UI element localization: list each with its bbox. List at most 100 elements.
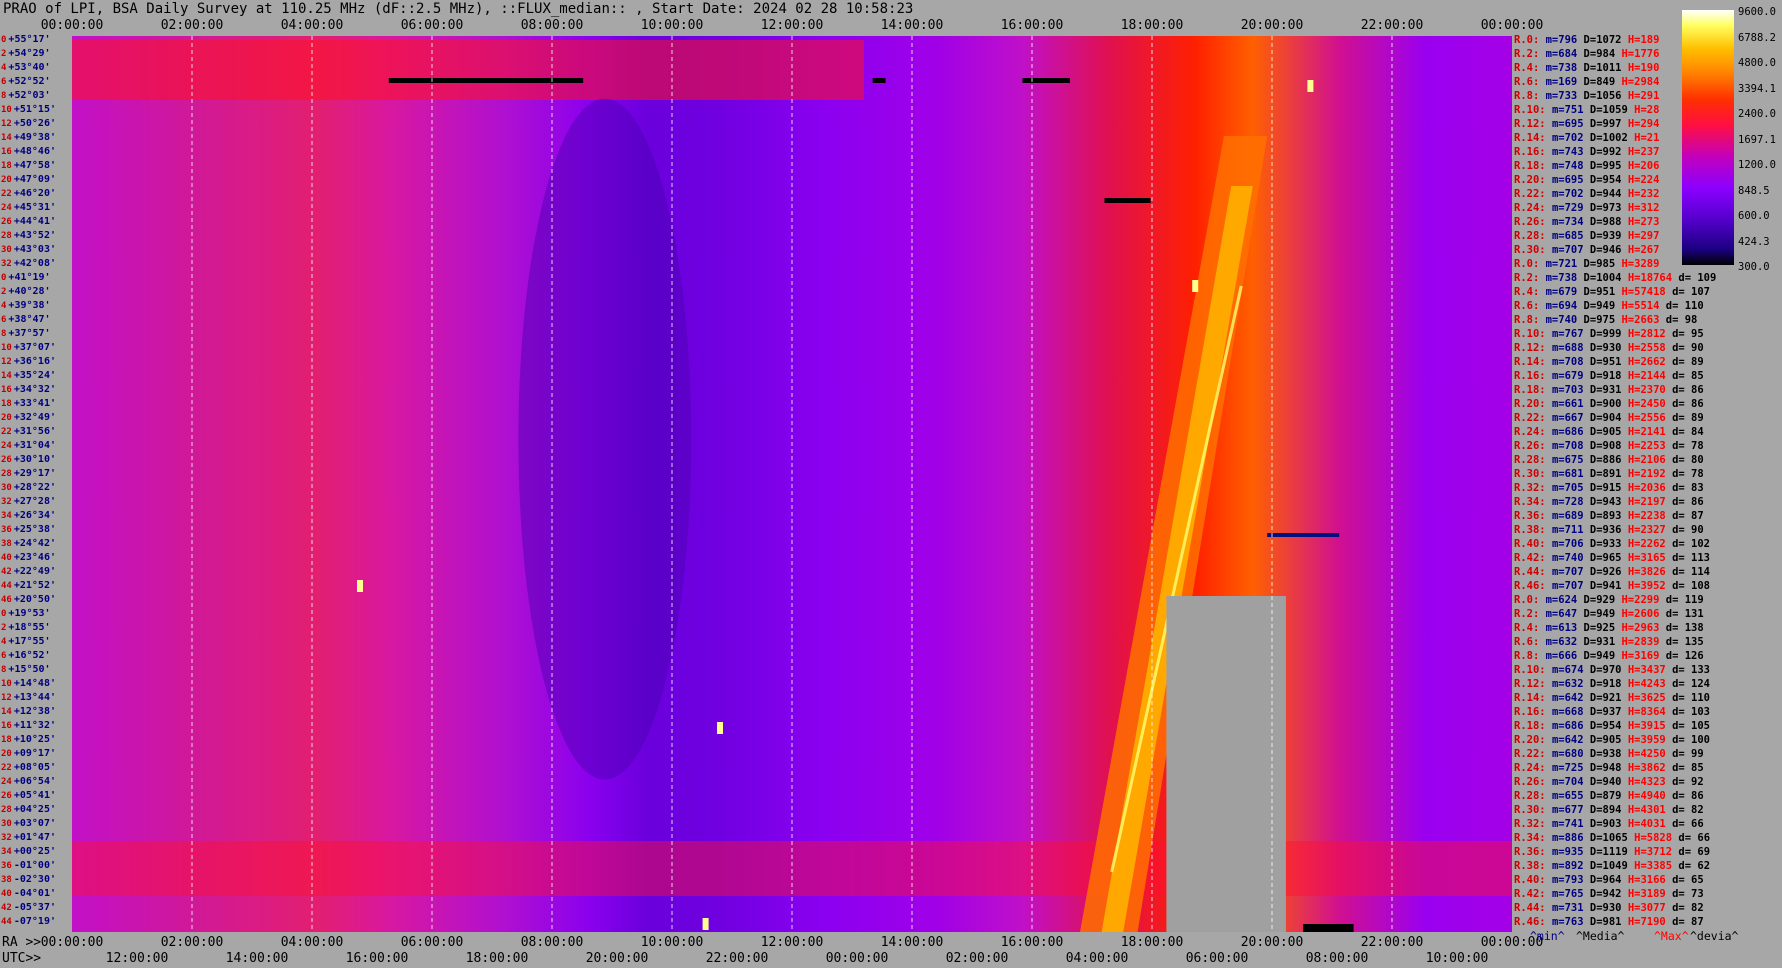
dec-row-label: 20 +47°09' xyxy=(1,174,56,185)
dec-row-label: 16 +34°32' xyxy=(1,384,56,395)
stat-row: R.38: m=892 D=1049 H=3385 d= 62 xyxy=(1514,860,1711,872)
legend-median: ^Media^ xyxy=(1576,929,1625,943)
dec-row-label: 42 +22°49' xyxy=(1,566,56,577)
gap-5 xyxy=(1267,533,1340,537)
stat-row: R.46: m=763 D=981 H=7190 d= 87 xyxy=(1514,916,1704,928)
stat-row: R.30: m=707 D=946 H=267 xyxy=(1514,244,1660,256)
stat-row: R.46: m=707 D=941 H=3952 d= 108 xyxy=(1514,580,1711,592)
stat-row: R.34: m=728 D=943 H=2197 d= 86 xyxy=(1514,496,1704,508)
dec-row-label: 28 +43°52' xyxy=(1,230,56,241)
stat-row: R.20: m=642 D=905 H=3959 d= 100 xyxy=(1514,734,1711,746)
ra-tick: 14:00:00 xyxy=(880,935,944,950)
bright-source-2 xyxy=(357,580,363,592)
stat-row: R.2: m=647 D=949 H=2606 d= 131 xyxy=(1514,608,1704,620)
utc-tick: 00:00:00 xyxy=(825,951,889,966)
stat-row: R.10: m=674 D=970 H=3437 d= 133 xyxy=(1514,664,1711,676)
stat-row: R.0: m=624 D=929 H=2299 d= 119 xyxy=(1514,594,1704,606)
legend-max: ^Max^ xyxy=(1654,929,1689,943)
ra-tick: 02:00:00 xyxy=(160,935,224,950)
stat-row: R.24: m=729 D=973 H=312 xyxy=(1514,202,1660,214)
stat-row: R.6: m=632 D=931 H=2839 d= 135 xyxy=(1514,636,1704,648)
stat-row: R.32: m=705 D=915 H=2036 d= 83 xyxy=(1514,482,1704,494)
gap-3 xyxy=(1022,78,1070,83)
stat-row: R.26: m=704 D=940 H=4323 d= 92 xyxy=(1514,776,1704,788)
stat-row: R.16: m=679 D=918 H=2144 d= 85 xyxy=(1514,370,1704,382)
stat-row: R.26: m=708 D=908 H=2253 d= 78 xyxy=(1514,440,1704,452)
dec-row-label: 24 +31°04' xyxy=(1,440,56,451)
gap-1 xyxy=(388,78,584,83)
stat-row: R.30: m=681 D=891 H=2192 d= 78 xyxy=(1514,468,1704,480)
dec-row-label: 8 +37°57' xyxy=(1,328,51,339)
stat-row: R.32: m=741 D=903 H=4031 d= 66 xyxy=(1514,818,1704,830)
dec-row-label: 6 +38°47' xyxy=(1,314,51,325)
stat-row: R.10: m=767 D=999 H=2812 d= 95 xyxy=(1514,328,1704,340)
ra-tick: 04:00:00 xyxy=(280,935,344,950)
dec-row-label: 40 +23°46' xyxy=(1,552,56,563)
ra-tick: 20:00:00 xyxy=(1240,935,1304,950)
dec-row-label: 46 +20°50' xyxy=(1,594,56,605)
stat-row: R.36: m=935 D=1119 H=3712 d= 69 xyxy=(1514,846,1711,858)
dec-row-label: 18 +33°41' xyxy=(1,398,56,409)
dec-row-label: 32 +42°08' xyxy=(1,258,56,269)
stat-row: R.28: m=675 D=886 H=2106 d= 80 xyxy=(1514,454,1704,466)
dec-row-label: 20 +09°17' xyxy=(1,748,56,759)
colorbar xyxy=(1682,10,1734,265)
dec-row-label: 34 +26°34' xyxy=(1,510,56,521)
dec-row-label: 18 +47°58' xyxy=(1,160,56,171)
stat-row: R.2: m=738 D=1004 H=18764 d= 109 xyxy=(1514,272,1717,284)
colorbar-tick: 300.0 xyxy=(1738,261,1770,273)
colorbar-tick: 2400.0 xyxy=(1738,108,1776,120)
dec-row-label: 0 +19°53' xyxy=(1,608,51,619)
dec-row-label: 8 +52°03' xyxy=(1,90,51,101)
stat-row: R.16: m=743 D=992 H=237 xyxy=(1514,146,1660,158)
stat-row: R.24: m=725 D=948 H=3862 d= 85 xyxy=(1514,762,1704,774)
stat-row: R.4: m=679 D=951 H=57418 d= 107 xyxy=(1514,286,1710,298)
gap-6 xyxy=(1303,924,1354,932)
stat-row: R.16: m=668 D=937 H=8364 d= 103 xyxy=(1514,706,1711,718)
legend-min: ^min^ xyxy=(1530,929,1565,943)
dec-row-label: 44 -07°19' xyxy=(1,916,56,927)
ra-tick: 08:00:00 xyxy=(520,935,584,950)
dec-row-label: 24 +45°31' xyxy=(1,202,56,213)
stat-row: R.4: m=738 D=1011 H=190 xyxy=(1514,62,1660,74)
dec-row-label: 38 -02°30' xyxy=(1,874,56,885)
dec-row-label: 36 -01°00' xyxy=(1,860,56,871)
dec-row-label: 40 -04°01' xyxy=(1,888,56,899)
dec-row-label: 44 +21°52' xyxy=(1,580,56,591)
dec-row-label: 36 +25°38' xyxy=(1,524,56,535)
dec-row-label: 14 +35°24' xyxy=(1,370,56,381)
dec-row-label: 38 +24°42' xyxy=(1,538,56,549)
stat-row: R.12: m=695 D=997 H=294 xyxy=(1514,118,1660,130)
utc-tick: 16:00:00 xyxy=(345,951,409,966)
stat-row: R.22: m=667 D=904 H=2556 d= 89 xyxy=(1514,412,1704,424)
utc-tick: 12:00:00 xyxy=(105,951,169,966)
ra-axis-label: RA >> xyxy=(2,935,42,950)
dec-row-label: 22 +46°20' xyxy=(1,188,56,199)
stat-row: R.42: m=740 D=965 H=3165 d= 113 xyxy=(1514,552,1711,564)
stat-row: R.8: m=740 D=975 H=2663 d= 98 xyxy=(1514,314,1698,326)
stat-row: R.20: m=695 D=954 H=224 xyxy=(1514,174,1660,186)
dec-row-label: 28 +04°25' xyxy=(1,804,56,815)
dec-row-label: 24 +06°54' xyxy=(1,776,56,787)
colorbar-tick: 4800.0 xyxy=(1738,57,1776,69)
dec-row-label: 30 +28°22' xyxy=(1,482,56,493)
ra-tick: 16:00:00 xyxy=(1000,935,1064,950)
colorbar-tick: 1200.0 xyxy=(1738,159,1776,171)
bright-source-4 xyxy=(702,918,709,930)
stat-row: R.22: m=702 D=944 H=232 xyxy=(1514,188,1660,200)
utc-tick: 14:00:00 xyxy=(225,951,289,966)
dec-row-label: 0 +55°17' xyxy=(1,34,51,45)
dec-row-label: 16 +11°32' xyxy=(1,720,56,731)
dec-row-label: 20 +32°49' xyxy=(1,412,56,423)
dec-row-label: 26 +30°10' xyxy=(1,454,56,465)
dec-row-label: 18 +10°25' xyxy=(1,734,56,745)
stat-row: R.28: m=685 D=939 H=297 xyxy=(1514,230,1660,242)
stat-row: R.18: m=703 D=931 H=2370 d= 86 xyxy=(1514,384,1704,396)
utc-tick: 18:00:00 xyxy=(465,951,529,966)
dec-row-label: 2 +54°29' xyxy=(1,48,51,59)
dec-row-label: 32 +27°28' xyxy=(1,496,56,507)
utc-tick: 04:00:00 xyxy=(1065,951,1129,966)
dec-row-label: 28 +29°17' xyxy=(1,468,56,479)
dec-row-label: 16 +48°46' xyxy=(1,146,56,157)
utc-axis-label: UTC>> xyxy=(2,951,42,966)
